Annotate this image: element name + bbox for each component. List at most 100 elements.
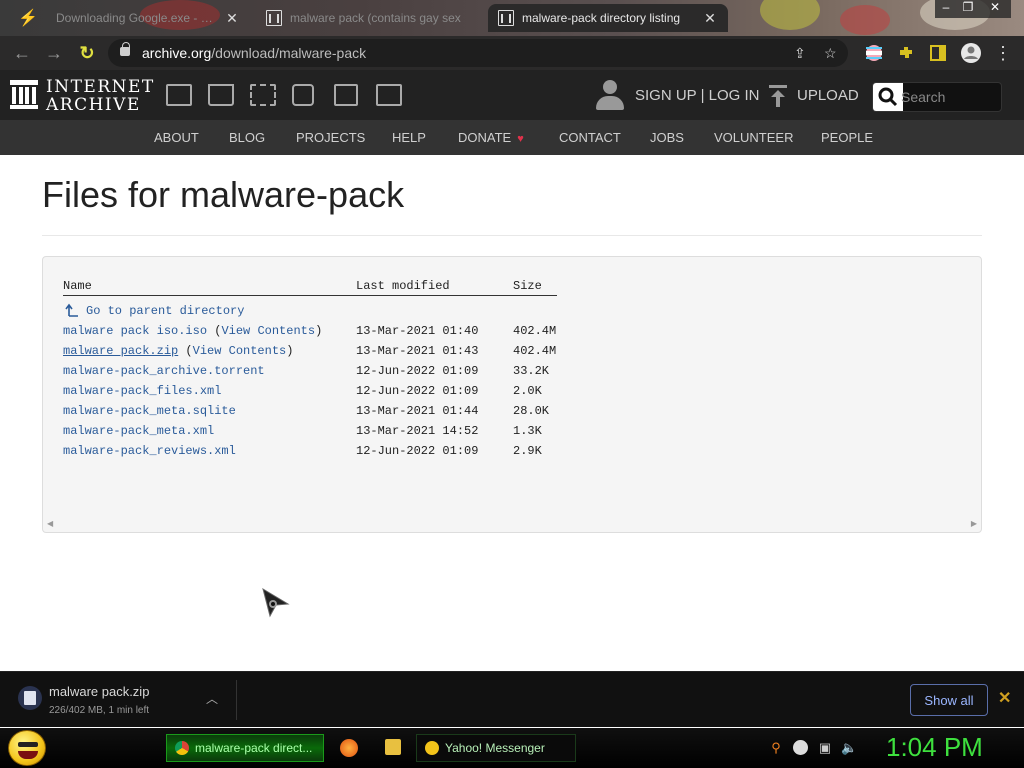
page-title: Files for malware-pack	[42, 174, 405, 215]
window-close-icon[interactable]: ✕	[979, 0, 1011, 18]
forward-arrow-icon[interactable]: →	[43, 42, 65, 64]
tab-title: malware pack (contains gay sex	[290, 11, 461, 25]
shelf-divider	[236, 680, 237, 720]
search-input[interactable]	[901, 87, 997, 107]
zip-file-icon[interactable]	[18, 686, 42, 710]
file-name-cell: malware-pack_files.xml	[63, 384, 221, 398]
directory-listing: Name Last modified Size Go to parent dir…	[42, 256, 982, 533]
file-link[interactable]: malware-pack_meta.sqlite	[63, 404, 236, 418]
taskbar-chrome-window[interactable]: malware-pack direct...	[166, 734, 324, 762]
file-link[interactable]: malware-pack_reviews.xml	[63, 444, 236, 458]
upload-icon[interactable]	[768, 84, 788, 108]
wallpaper-splash	[760, 0, 820, 30]
audio-speaker-icon[interactable]	[292, 84, 314, 106]
logo-text-archive[interactable]: ARCHIVE	[46, 95, 141, 115]
web-media-icon[interactable]	[166, 84, 192, 106]
close-shelf-icon[interactable]: ✕	[998, 688, 1011, 708]
logo-text-internet[interactable]: INTERNET	[46, 77, 155, 97]
file-link[interactable]: malware pack.zip	[63, 344, 178, 358]
texts-book-icon[interactable]	[208, 84, 234, 106]
file-modified-cell: 12-Jun-2022 01:09	[356, 384, 479, 398]
show-all-button[interactable]: Show all	[910, 684, 988, 716]
file-link[interactable]: malware-pack_files.xml	[63, 384, 221, 398]
file-modified-cell: 13-Mar-2021 01:44	[356, 404, 479, 418]
file-size-cell: 2.9K	[513, 444, 542, 458]
chevron-up-icon[interactable]: ︿	[206, 690, 218, 707]
download-shelf: malware pack.zip 226/402 MB, 1 min left …	[0, 671, 1024, 727]
search-tray-icon[interactable]: ⚲	[768, 740, 784, 756]
file-link[interactable]: malware-pack_archive.torrent	[63, 364, 265, 378]
start-smiley-icon[interactable]	[8, 730, 46, 766]
internet-archive-logo[interactable]	[10, 80, 38, 109]
scroll-left-icon[interactable]: ◀	[47, 519, 53, 528]
file-row: malware pack.zip (View Contents) 13-Mar-2…	[43, 344, 643, 360]
file-modified-cell: 12-Jun-2022 01:09	[356, 444, 479, 458]
file-size-cell: 402.4M	[513, 324, 557, 338]
nav-donate[interactable]: DONATE ♥	[458, 130, 524, 145]
browser-toolbar: ← → ↻ archive.org/download/malware-pack …	[0, 36, 1024, 70]
close-icon[interactable]: ✕	[224, 10, 240, 27]
user-icon[interactable]	[596, 80, 624, 112]
address-bar[interactable]: archive.org/download/malware-pack ⇪ ☆	[108, 39, 848, 67]
signup-login-link[interactable]: SIGN UP | LOG IN	[635, 87, 759, 104]
video-film-icon[interactable]	[250, 84, 276, 106]
file-row: malware pack iso.iso (View Contents) 13-M…	[43, 324, 643, 340]
lock-icon	[120, 42, 130, 56]
view-contents-link[interactable]: View Contents	[193, 344, 287, 358]
file-link[interactable]: malware-pack_meta.xml	[63, 424, 214, 438]
extensions-puzzle-icon[interactable]	[897, 44, 915, 62]
address-text: archive.org/download/malware-pack	[142, 45, 367, 61]
lightning-app-icon[interactable]: ⚡	[18, 8, 38, 28]
file-modified-cell: 13-Mar-2021 14:52	[356, 424, 479, 438]
search-icon[interactable]	[873, 83, 903, 111]
file-row: malware-pack_reviews.xml 12-Jun-2022 01:0…	[43, 444, 643, 460]
task-label: Yahoo! Messenger	[445, 741, 545, 755]
reload-icon[interactable]: ↻	[76, 42, 98, 64]
scroll-right-icon[interactable]: ▶	[971, 519, 977, 528]
column-header-size: Size	[513, 279, 542, 293]
tab-downloading[interactable]: Downloading Google.exe - Dan... ✕	[46, 4, 250, 32]
taskbar-yahoo-messenger[interactable]: Yahoo! Messenger	[416, 734, 576, 762]
sidebar-icon[interactable]	[929, 44, 947, 62]
maximize-icon[interactable]: ❐	[957, 0, 979, 18]
nav-jobs[interactable]: JOBS	[650, 130, 684, 145]
account-avatar-icon[interactable]	[960, 42, 982, 64]
images-icon[interactable]	[376, 84, 402, 106]
header-rule	[63, 295, 557, 296]
profile-flag-icon[interactable]	[865, 44, 883, 62]
network-icon[interactable]: ▣	[817, 740, 833, 756]
minimize-icon[interactable]: –	[935, 0, 957, 18]
close-icon[interactable]: ✕	[702, 10, 718, 27]
tab-directory-listing[interactable]: malware-pack directory listing ✕	[488, 4, 728, 32]
software-disk-icon[interactable]	[334, 84, 358, 106]
menu-kebab-icon[interactable]: ⋮	[992, 42, 1014, 64]
file-link[interactable]: malware pack iso.iso	[63, 324, 207, 338]
nav-people[interactable]: PEOPLE	[821, 130, 873, 145]
file-modified-cell: 13-Mar-2021 01:43	[356, 344, 479, 358]
nav-help[interactable]: HELP	[392, 130, 426, 145]
file-size-cell: 2.0K	[513, 384, 542, 398]
messenger-tray-icon[interactable]	[793, 740, 808, 755]
heart-icon: ♥	[517, 133, 524, 145]
bookmark-star-icon[interactable]: ☆	[824, 45, 837, 62]
mouse-cursor-icon	[262, 588, 290, 618]
file-name-cell: malware-pack_meta.xml	[63, 424, 214, 438]
nav-blog[interactable]: BLOG	[229, 130, 265, 145]
upload-link[interactable]: UPLOAD	[797, 87, 859, 104]
nav-about[interactable]: ABOUT	[154, 130, 199, 145]
download-filename[interactable]: malware pack.zip	[49, 684, 149, 699]
system-clock[interactable]: 1:04 PM	[886, 732, 983, 763]
folder-icon[interactable]	[385, 739, 401, 755]
back-arrow-icon[interactable]: ←	[11, 42, 33, 64]
file-size-cell: 28.0K	[513, 404, 550, 418]
tab-malware-pack[interactable]: malware pack (contains gay sex	[256, 4, 484, 32]
share-icon[interactable]: ⇪	[794, 45, 806, 62]
parent-directory-link[interactable]: Go to parent directory	[86, 304, 244, 318]
nav-projects[interactable]: PROJECTS	[296, 130, 365, 145]
view-contents-link[interactable]: View Contents	[221, 324, 315, 338]
volume-icon[interactable]: 🔈	[841, 740, 857, 756]
firefox-icon[interactable]	[340, 739, 358, 757]
site-nav: ABOUT BLOG PROJECTS HELP DONATE ♥ CONTACT…	[0, 120, 1024, 155]
nav-volunteer[interactable]: VOLUNTEER	[714, 130, 793, 145]
nav-contact[interactable]: CONTACT	[559, 130, 621, 145]
